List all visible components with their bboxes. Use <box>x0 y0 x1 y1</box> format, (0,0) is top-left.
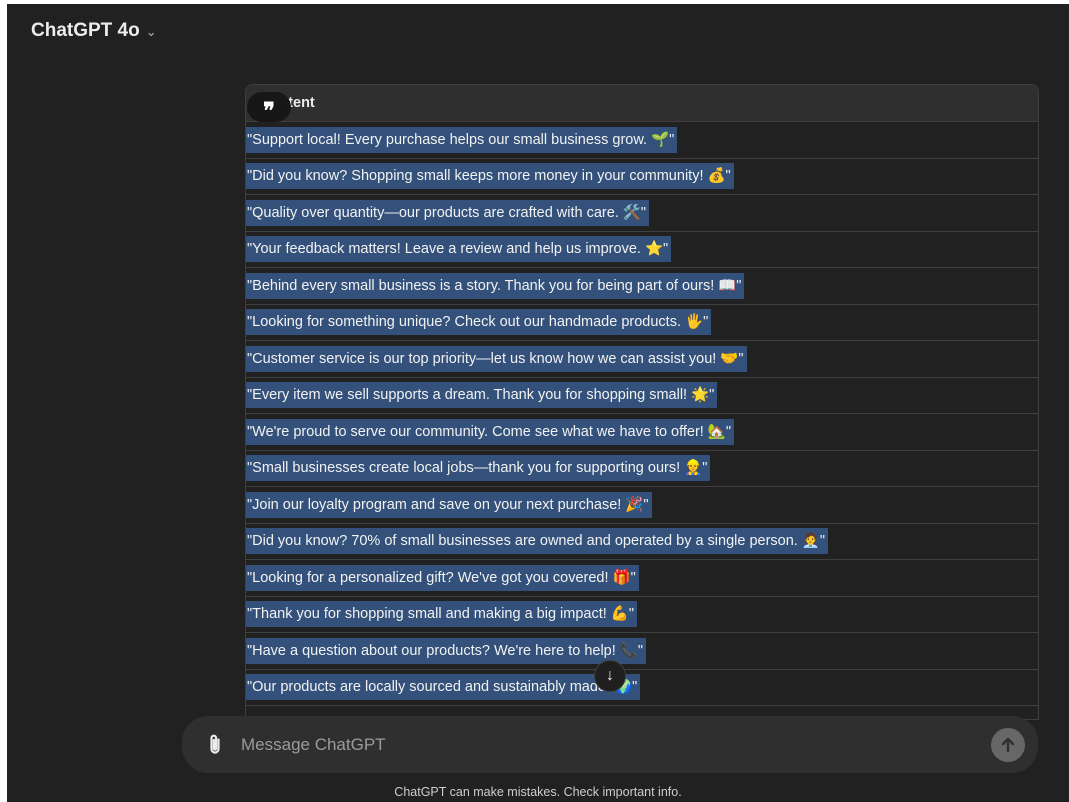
arrow-up-icon <box>1001 737 1015 753</box>
table-row: "Did you know? Shopping small keeps more… <box>246 158 1038 195</box>
selected-text: "Looking for something unique? Check out… <box>246 309 712 336</box>
table-cell: "Did you know? Shopping small keeps more… <box>246 158 1038 195</box>
table-row: "Our products are locally sourced and su… <box>246 669 1038 706</box>
table-cell: "Customer service is our top priority—le… <box>246 340 1038 378</box>
table-row: "Quality over quantity—our products are … <box>246 194 1038 232</box>
selected-text: "Our products are locally sourced and su… <box>246 674 641 701</box>
table-row: "Small businesses create local jobs—than… <box>246 450 1038 487</box>
selected-text: "Thank you for shopping small and making… <box>246 601 638 628</box>
content-table: Content "Support local! Every purchase h… <box>245 84 1039 720</box>
table-row: "Looking for a personalized gift? We've … <box>246 559 1038 597</box>
selected-text: "Join our loyalty program and save on yo… <box>246 491 652 518</box>
table-cell: "Small businesses create local jobs—than… <box>246 450 1038 487</box>
selected-text: "We're proud to serve our community. Com… <box>246 418 735 445</box>
table-cell: "Quality over quantity—our products are … <box>246 194 1038 232</box>
table-row: "Support local! Every purchase helps our… <box>246 121 1038 159</box>
selected-text: "Have a question about our products? We'… <box>246 637 646 664</box>
selected-text: "Every item we sell supports a dream. Th… <box>246 382 718 409</box>
table-row: "Behind every small business is a story.… <box>246 267 1038 305</box>
model-name: ChatGPT 4o <box>31 20 140 41</box>
table-row: "Your feedback matters! Leave a review a… <box>246 231 1038 268</box>
table-row: "Have a question about our products? We'… <box>246 632 1038 670</box>
selected-text: "Support local! Every purchase helps our… <box>246 126 678 153</box>
table-cell: "Behind every small business is a story.… <box>246 267 1038 305</box>
selected-text: "Quality over quantity—our products are … <box>246 199 650 226</box>
disclaimer-text: ChatGPT can make mistakes. Check importa… <box>394 785 682 799</box>
message-input[interactable] <box>239 726 963 764</box>
table-cell: "Thank you for shopping small and making… <box>246 596 1038 633</box>
table-row: "Join our loyalty program and save on yo… <box>246 486 1038 524</box>
selected-text: "Did you know? 70% of small businesses a… <box>246 528 829 555</box>
selected-text: "Behind every small business is a story.… <box>246 272 745 299</box>
model-switcher[interactable]: ChatGPT 4o ⌄ <box>31 20 157 42</box>
selected-text: "Looking for a personalized gift? We've … <box>246 564 639 591</box>
table-cell: "Join our loyalty program and save on yo… <box>246 486 1038 524</box>
table-cell: "Looking for a personalized gift? We've … <box>246 559 1038 597</box>
table-cell: "Support local! Every purchase helps our… <box>246 121 1038 159</box>
table-cell: "Your feedback matters! Leave a review a… <box>246 231 1038 268</box>
send-button[interactable] <box>991 728 1025 762</box>
selected-text: "Small businesses create local jobs—than… <box>246 455 711 482</box>
table-row: "Customer service is our top priority—le… <box>246 340 1038 378</box>
table-cell: "Our products are locally sourced and su… <box>246 669 1038 706</box>
composer <box>182 716 1038 773</box>
paperclip-icon[interactable] <box>204 733 226 757</box>
scroll-down-button[interactable]: ↓ <box>594 660 626 692</box>
table-cell: "We're proud to serve our community. Com… <box>246 413 1038 451</box>
arrow-down-icon: ↓ <box>606 667 614 684</box>
quote-icon[interactable]: ❞ <box>247 92 291 122</box>
table-cell: "Did you know? 70% of small businesses a… <box>246 523 1038 560</box>
table-cell: "Have a question about our products? We'… <box>246 632 1038 670</box>
table-row: "Every item we sell supports a dream. Th… <box>246 377 1038 414</box>
selected-text: "Customer service is our top priority—le… <box>246 345 747 372</box>
table-cell: "Looking for something unique? Check out… <box>246 304 1038 341</box>
chevron-down-icon: ⌄ <box>145 24 157 39</box>
table-row: "We're proud to serve our community. Com… <box>246 413 1038 451</box>
selected-text: "Your feedback matters! Leave a review a… <box>246 236 672 263</box>
selected-text: "Did you know? Shopping small keeps more… <box>246 163 734 190</box>
chat-window: ChatGPT 4o ⌄ Content "Support local! Eve… <box>7 4 1069 802</box>
table-row: "Thank you for shopping small and making… <box>246 596 1038 633</box>
table-row: "Did you know? 70% of small businesses a… <box>246 523 1038 560</box>
table-cell: "Every item we sell supports a dream. Th… <box>246 377 1038 414</box>
table-header-content: Content <box>246 85 1038 122</box>
table-row: "Looking for something unique? Check out… <box>246 304 1038 341</box>
